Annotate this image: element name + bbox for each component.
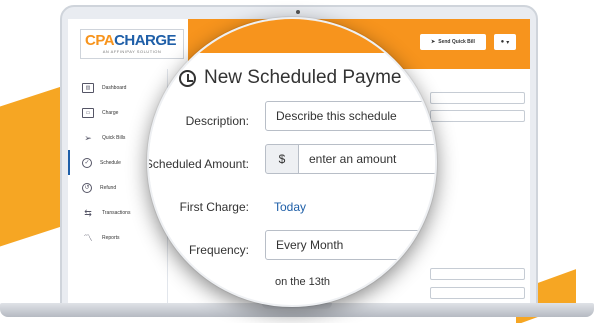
background-field bbox=[430, 110, 525, 122]
description-field[interactable]: Describe this schedule bbox=[265, 101, 435, 131]
lens-sidebar-edge bbox=[149, 53, 179, 305]
amount-placeholder: enter an amount bbox=[309, 152, 397, 166]
frequency-select[interactable]: Every Month bbox=[265, 230, 435, 260]
sidebar-item-label: Charge bbox=[102, 109, 119, 116]
lens-header-bar bbox=[149, 19, 435, 53]
user-menu-button[interactable]: ● ▾ bbox=[494, 34, 516, 50]
scheduled-amount-field[interactable]: enter an amount bbox=[298, 144, 435, 174]
magnifier-lens: New Scheduled Payme Description: Describ… bbox=[147, 17, 437, 307]
description-label: Description: bbox=[185, 114, 249, 128]
frequency-note: on the 13th bbox=[275, 276, 331, 288]
sidebar-item-label: Transactions bbox=[102, 209, 131, 216]
refund-icon: ↺ bbox=[82, 182, 92, 193]
clock-icon bbox=[179, 69, 196, 87]
first-charge-today-link[interactable]: Today bbox=[274, 200, 306, 214]
logo-cpa: CPA bbox=[85, 32, 115, 49]
stage: CPACHARGE AN AFFINIPAY SOLUTION ➤ Send Q… bbox=[0, 0, 594, 323]
scheduled-amount-label: Scheduled Amount: bbox=[147, 157, 249, 171]
card-icon: ▭ bbox=[82, 107, 94, 118]
background-field bbox=[430, 268, 525, 280]
first-charge-label: First Charge: bbox=[179, 200, 249, 214]
clock-icon: ✓ bbox=[82, 157, 92, 168]
background-field bbox=[430, 287, 525, 299]
page-title-text: New Scheduled Payme bbox=[204, 67, 402, 88]
page-title: New Scheduled Payme bbox=[179, 67, 402, 89]
laptop-camera bbox=[296, 10, 300, 14]
bar-chart-icon: ▥ bbox=[82, 82, 94, 93]
description-placeholder: Describe this schedule bbox=[276, 109, 397, 123]
line-chart-icon: 〽 bbox=[83, 232, 93, 243]
transfer-icon: ⇆ bbox=[84, 207, 92, 218]
sidebar-item-label: Reports bbox=[102, 234, 120, 241]
currency-prefix: $ bbox=[265, 144, 299, 174]
sidebar-item-label: Dashboard bbox=[102, 84, 127, 91]
user-icon: ● bbox=[500, 39, 505, 45]
frequency-value: Every Month bbox=[276, 238, 344, 252]
frequency-label: Frequency: bbox=[188, 243, 249, 257]
paper-plane-icon: ➢ bbox=[84, 132, 92, 143]
sidebar-item-label: Schedule bbox=[100, 159, 121, 166]
background-field bbox=[430, 92, 525, 104]
send-quick-bill-label: Send Quick Bill bbox=[438, 39, 475, 45]
sidebar-item-label: Refund bbox=[100, 184, 117, 191]
sidebar-item-label: Quick Bills bbox=[102, 134, 126, 141]
chevron-down-icon: ▾ bbox=[506, 39, 510, 46]
